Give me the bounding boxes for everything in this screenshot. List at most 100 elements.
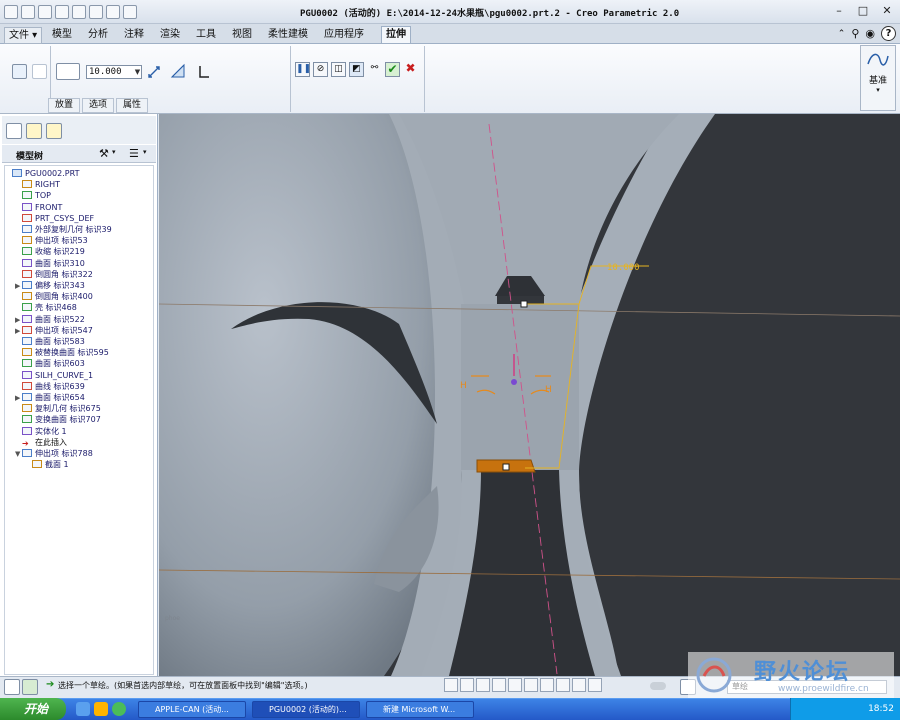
tree-item[interactable]: 曲面 标识603	[15, 358, 85, 369]
tree-columns-dropdown-icon[interactable]: ▾	[143, 148, 147, 156]
tab-annotate[interactable]: 注释	[120, 27, 148, 44]
spin-center-icon[interactable]	[572, 678, 586, 692]
zoom-in-icon[interactable]	[460, 678, 474, 692]
thicken-sketch-icon[interactable]	[197, 64, 211, 79]
section-drag-handle[interactable]	[502, 463, 510, 471]
folder-browser-tab-icon[interactable]	[26, 123, 42, 139]
model-tree-tab-icon[interactable]	[6, 123, 22, 139]
close-button[interactable]: ✕	[878, 3, 896, 19]
tree-item[interactable]: ▶ 偏移 标识343	[15, 280, 85, 291]
datum-display-icon[interactable]	[556, 678, 570, 692]
display-style-icon[interactable]	[508, 678, 522, 692]
open-file-icon[interactable]	[21, 5, 35, 19]
apply-checkmark-icon[interactable]: ✔	[385, 62, 400, 77]
show-navigator-icon[interactable]	[4, 679, 20, 695]
tab-analysis[interactable]: 分析	[84, 27, 112, 44]
tree-item[interactable]: TOP	[15, 190, 51, 201]
minimize-button[interactable]: –	[830, 3, 848, 19]
tree-expand-icon[interactable]: ▼	[15, 449, 22, 460]
taskbar-item-pgu0002[interactable]: PGU0002 (活动的)...	[252, 701, 360, 718]
refit-icon[interactable]	[444, 678, 458, 692]
tree-item[interactable]: ▶ 曲面 标识654	[15, 392, 85, 403]
tree-item[interactable]: 截面 1	[25, 459, 69, 470]
tab-tools[interactable]: 工具	[192, 27, 220, 44]
verify-preview-icon[interactable]: ◩	[349, 62, 364, 77]
tree-item[interactable]: FRONT	[15, 202, 62, 213]
extrude-as-solid-icon[interactable]	[12, 64, 27, 79]
remove-material-icon[interactable]	[170, 63, 186, 80]
depth-drag-handle[interactable]	[520, 300, 528, 308]
tree-item[interactable]: SILH_CURVE_1	[15, 370, 93, 381]
tree-item[interactable]: 收缩 标识219	[15, 246, 85, 257]
repaint-icon[interactable]	[492, 678, 506, 692]
tree-item[interactable]: 曲面 标识310	[15, 258, 85, 269]
maximize-button[interactable]: □	[854, 3, 872, 19]
tree-item[interactable]: 倒圆角 标识322	[15, 269, 93, 280]
tree-item[interactable]: 外部复制几何 标识39	[15, 224, 112, 235]
extrude-as-surface-icon[interactable]	[32, 64, 47, 79]
tree-item[interactable]: ▼ 伸出项 标识788	[15, 448, 93, 459]
quicklaunch-ie-icon[interactable]	[76, 702, 90, 716]
subtab-placement[interactable]: 放置	[48, 98, 80, 113]
tab-flexible-modeling[interactable]: 柔性建模	[264, 27, 312, 44]
tree-item[interactable]: 被替换曲面 标识595	[15, 347, 109, 358]
depth-dropdown-arrow-icon[interactable]: ▼	[133, 66, 142, 78]
tree-item[interactable]: RIGHT	[15, 179, 60, 190]
tab-render[interactable]: 渲染	[156, 27, 184, 44]
tree-item[interactable]: 复制几何 标识675	[15, 403, 101, 414]
taskbar-item-word[interactable]: 新建 Microsoft W...	[366, 701, 474, 718]
close-window-icon[interactable]	[123, 5, 137, 19]
tree-settings-dropdown-icon[interactable]: ▾	[112, 148, 116, 156]
search-icon[interactable]: ⚲	[851, 27, 859, 40]
zoom-out-icon[interactable]	[476, 678, 490, 692]
save-icon[interactable]	[38, 5, 52, 19]
undo-icon[interactable]	[55, 5, 69, 19]
pause-icon[interactable]: ❚❚	[295, 62, 311, 77]
verify-mode-icon[interactable]: ⚯	[367, 62, 382, 77]
window-icon[interactable]	[106, 5, 120, 19]
community-icon[interactable]: ◉	[865, 27, 875, 40]
tree-item[interactable]: 曲线 标识639	[15, 381, 85, 392]
tree-item[interactable]: PGU0002.PRT	[5, 168, 79, 179]
tree-item[interactable]: 变换曲面 标识707	[15, 414, 101, 425]
tab-extrude[interactable]: 拉伸	[381, 26, 411, 43]
tree-item[interactable]: ▶ 曲面 标识522	[15, 314, 85, 325]
cancel-x-icon[interactable]: ✖	[403, 62, 418, 77]
tree-item[interactable]: 曲面 标识583	[15, 336, 85, 347]
tree-item[interactable]: 壳 标识468	[15, 302, 77, 313]
collapse-ribbon-icon[interactable]: ⌃	[838, 29, 846, 39]
depth-option-dropdown[interactable]	[56, 63, 80, 80]
tree-item[interactable]: ▶ 伸出项 标识547	[15, 325, 93, 336]
new-file-icon[interactable]	[4, 5, 18, 19]
tree-columns-icon[interactable]: ☰	[129, 147, 139, 160]
preview-icon[interactable]: ◫	[331, 62, 346, 77]
flip-direction-icon[interactable]	[146, 64, 162, 80]
tree-item[interactable]: 倒圆角 标识400	[15, 291, 93, 302]
graphics-window[interactable]: 10.000 H H phoe	[159, 114, 900, 676]
quicklaunch-folder-icon[interactable]	[94, 702, 108, 716]
tree-settings-icon[interactable]: ⚒	[99, 147, 109, 160]
sketch-orient-icon[interactable]	[588, 678, 602, 692]
clock[interactable]: 18:52	[868, 704, 894, 714]
subtab-properties[interactable]: 属性	[116, 98, 148, 113]
no-preview-icon[interactable]: ⊘	[313, 62, 328, 77]
datum-group[interactable]: 基准 ▾	[860, 45, 896, 111]
favorites-tab-icon[interactable]	[46, 123, 62, 139]
regenerate-icon[interactable]	[89, 5, 103, 19]
help-icon[interactable]: ?	[881, 26, 896, 41]
taskbar-item-apple-can[interactable]: APPLE-CAN (活动...	[138, 701, 246, 718]
tab-applications[interactable]: 应用程序	[320, 27, 368, 44]
subtab-options[interactable]: 选项	[82, 98, 114, 113]
depth-dimension-label[interactable]: 10.000	[607, 263, 640, 273]
tab-file[interactable]: 文件 ▾	[4, 27, 43, 44]
tree-item[interactable]: 伸出项 标识53	[15, 235, 88, 246]
tab-view[interactable]: 视图	[228, 27, 256, 44]
quicklaunch-app-icon[interactable]	[112, 702, 126, 716]
tree-item[interactable]: 实体化 1	[15, 426, 67, 437]
tree-item[interactable]: ➔ 在此插入	[15, 437, 67, 448]
model-view[interactable]: 10.000 H H phoe	[159, 114, 900, 676]
start-button[interactable]: 开始	[0, 698, 66, 720]
show-browser-icon[interactable]	[22, 679, 38, 695]
redo-icon[interactable]	[72, 5, 86, 19]
tab-model[interactable]: 模型	[48, 27, 76, 44]
